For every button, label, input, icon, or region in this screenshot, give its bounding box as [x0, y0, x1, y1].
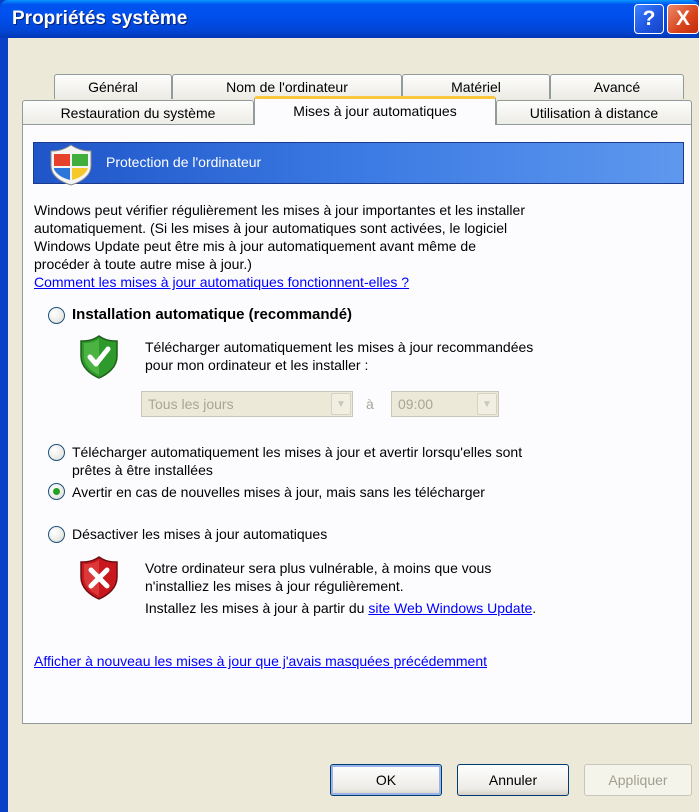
download-notify-label-2[interactable]: prêtes à être installées [72, 461, 213, 479]
disable-updates-label[interactable]: Désactiver les mises à jour automatiques [72, 525, 327, 543]
disable-updates-radio[interactable] [48, 526, 65, 543]
title-bar[interactable]: Propriétés système ? X [0, 0, 699, 38]
notify-only-radio[interactable] [48, 483, 65, 500]
tab-system-restore[interactable]: Restauration du système [22, 100, 254, 125]
cancel-button[interactable]: Annuler [457, 764, 569, 796]
apply-button[interactable]: Appliquer [584, 764, 692, 796]
auto-install-label[interactable]: Installation automatique (recommandé) [72, 306, 352, 324]
install-from-site-text: Installez les mises à jour à partir du s… [145, 599, 536, 617]
windows-update-site-link[interactable]: site Web Windows Update [368, 600, 532, 616]
intro-line-4: procéder à toute autre mise à jour.) [34, 256, 252, 272]
frequency-value: Tous les jours [148, 396, 234, 412]
tab-general[interactable]: Général [54, 74, 172, 99]
auto-install-desc-2: pour mon ordinateur et les installer : [145, 357, 369, 373]
how-updates-work-link[interactable]: Comment les mises à jour automatiques fo… [34, 273, 409, 291]
tab-advanced[interactable]: Avancé [550, 74, 684, 99]
install-prefix: Installez les mises à jour à partir du [145, 600, 369, 616]
close-button[interactable]: X [667, 4, 699, 34]
download-notify-radio[interactable] [48, 444, 65, 461]
at-label: à [366, 396, 374, 412]
auto-install-desc-1: Télécharger automatiquement les mises à … [145, 339, 534, 355]
show-hidden-updates-link[interactable]: Afficher à nouveau les mises à jour que … [34, 652, 487, 670]
notify-only-label[interactable]: Avertir en cas de nouvelles mises à jour… [72, 483, 485, 501]
ok-button[interactable]: OK [330, 764, 442, 796]
intro-line-3: Windows Update peut être mis à jour auto… [34, 238, 477, 254]
intro-line-1: Windows peut vérifier régulièrement les … [34, 202, 525, 218]
banner-title: Protection de l'ordinateur [106, 154, 262, 170]
intro-line-2: automatiquement. (Si les mises à jour au… [34, 220, 508, 236]
disable-warning-2: n'installiez les mises à jour régulièrem… [145, 578, 404, 594]
disable-warning-1: Votre ordinateur sera plus vulnérable, à… [145, 560, 492, 576]
window-title: Propriétés système [12, 8, 188, 29]
install-suffix: . [532, 600, 537, 616]
windows-security-shield-icon [50, 144, 92, 186]
time-select[interactable]: 09:00 ▼ [391, 391, 499, 417]
tab-automatic-updates[interactable]: Mises à jour automatiques [254, 96, 496, 125]
chevron-down-icon[interactable]: ▼ [477, 393, 497, 415]
red-shield-x-icon [80, 556, 118, 600]
frequency-select[interactable]: Tous les jours ▼ [141, 391, 353, 417]
download-notify-label-1[interactable]: Télécharger automatiquement les mises à … [72, 443, 522, 461]
auto-install-radio[interactable] [48, 307, 65, 324]
tab-remote[interactable]: Utilisation à distance [496, 100, 692, 125]
help-button[interactable]: ? [634, 4, 664, 34]
chevron-down-icon[interactable]: ▼ [331, 393, 351, 415]
green-shield-check-icon [80, 335, 118, 379]
time-value: 09:00 [398, 396, 434, 412]
